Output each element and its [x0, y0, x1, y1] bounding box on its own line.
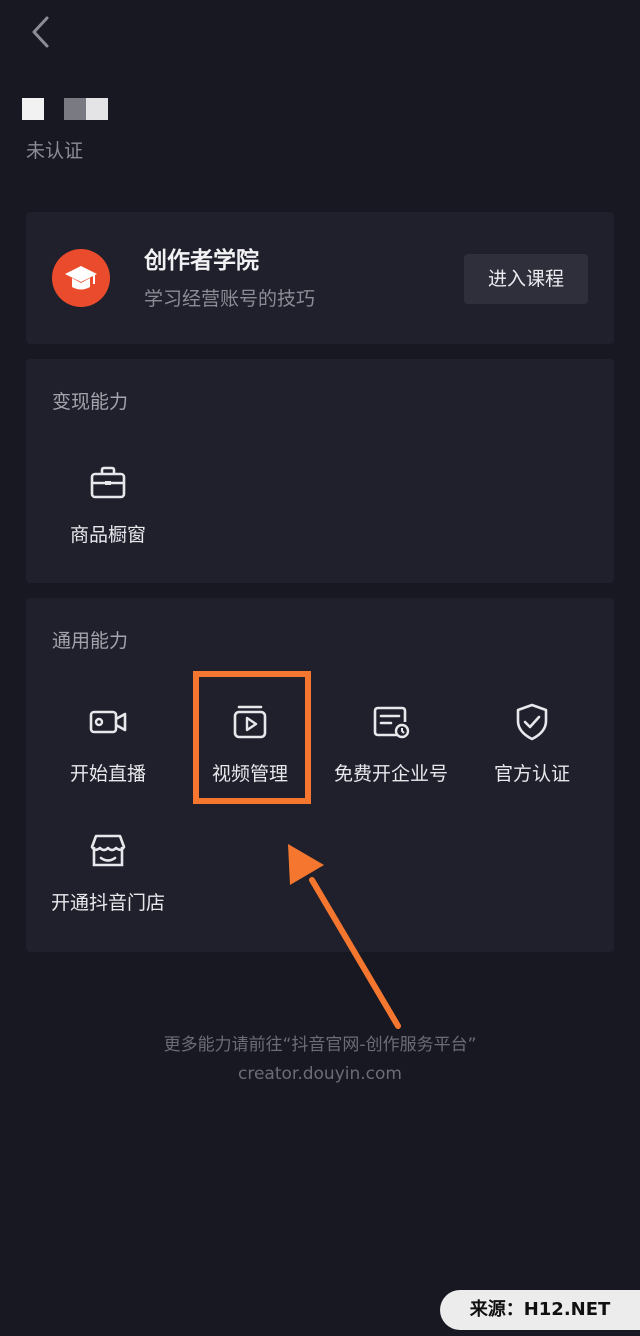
feature-label: 商品橱窗: [69, 524, 146, 546]
feature-label: 开始直播: [69, 763, 146, 785]
video-folder-icon: [230, 702, 270, 742]
feature-official-verification[interactable]: 官方认证: [462, 702, 602, 812]
verify-status: 未认证: [26, 140, 84, 162]
feature-product-showcase[interactable]: 商品橱窗: [38, 463, 178, 573]
academy-title: 创作者学院: [144, 248, 259, 274]
academy-subtitle: 学习经营账号的技巧: [144, 288, 316, 310]
mask-block: [64, 98, 86, 120]
masked-username: [22, 98, 112, 120]
enterprise-card-icon: [371, 702, 411, 742]
enter-course-button[interactable]: 进入课程: [464, 254, 588, 304]
feature-open-douyin-store[interactable]: 开通抖音门店: [38, 831, 178, 941]
general-abilities-section: 通用能力 开始直播 视频管理 免费开企业号 官方认证 开通抖音门店: [26, 598, 614, 952]
video-camera-icon: [88, 702, 128, 742]
source-watermark: 来源：H12.NET: [440, 1290, 640, 1330]
back-button[interactable]: [24, 14, 60, 50]
feature-free-enterprise-account[interactable]: 免费开企业号: [321, 702, 461, 812]
mask-block: [22, 98, 44, 120]
briefcase-icon: [88, 463, 128, 503]
footer-url[interactable]: creator.douyin.com: [0, 1062, 640, 1086]
shield-check-icon: [512, 702, 552, 742]
feature-start-live[interactable]: 开始直播: [38, 702, 178, 812]
chevron-left-icon: [32, 16, 49, 48]
section-title: 通用能力: [52, 630, 129, 652]
feature-label: 官方认证: [493, 763, 570, 785]
mask-block: [86, 98, 108, 120]
section-title: 变现能力: [52, 391, 129, 413]
feature-video-management[interactable]: 视频管理: [180, 702, 320, 812]
storefront-icon: [88, 831, 128, 871]
feature-label: 开通抖音门店: [50, 892, 165, 914]
academy-logo: [52, 249, 110, 307]
footer-hint: 更多能力请前往“抖音官网-创作服务平台”: [163, 1035, 477, 1055]
creator-academy-card: 创作者学院 学习经营账号的技巧 进入课程: [26, 212, 614, 344]
feature-label: 免费开企业号: [333, 763, 448, 785]
feature-label: 视频管理: [211, 763, 288, 785]
monetization-section: 变现能力 商品橱窗: [26, 359, 614, 583]
graduation-cap-icon: [65, 266, 97, 290]
